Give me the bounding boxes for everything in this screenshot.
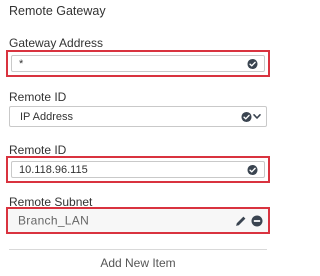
remote-subnet-item-value: Branch_LAN [18,212,90,227]
check-circle-icon [247,58,258,69]
remote-id-type-selected: IP Address [20,110,73,123]
remote-id-type-icons [241,111,261,122]
remote-id-value-label: Remote ID [9,143,67,157]
remote-subnet-item-actions [235,215,263,227]
remote-id-value-highlight: 10.118.96.115 [6,156,270,183]
remote-id-type-select[interactable]: IP Address [9,106,267,127]
check-circle-icon [247,164,258,175]
add-new-item-button[interactable]: Add New Item [9,249,267,276]
remote-subnet-item: Branch_LAN [6,207,270,234]
section-title: Remote Gateway [9,4,106,18]
minus-circle-icon[interactable] [251,215,263,227]
gateway-address-value: * [19,57,24,70]
remote-id-type-label: Remote ID [9,90,67,104]
remote-id-value-text: 10.118.96.115 [19,163,88,176]
chevron-down-icon[interactable] [253,113,261,121]
pencil-icon[interactable] [235,215,247,227]
gateway-address-input[interactable]: * [11,55,265,72]
add-new-item-label: Add New Item [100,256,176,270]
gateway-address-highlight: * [6,50,270,77]
gateway-address-label: Gateway Address [9,36,104,50]
check-circle-icon [241,111,252,122]
remote-id-value-input[interactable]: 10.118.96.115 [11,161,265,178]
